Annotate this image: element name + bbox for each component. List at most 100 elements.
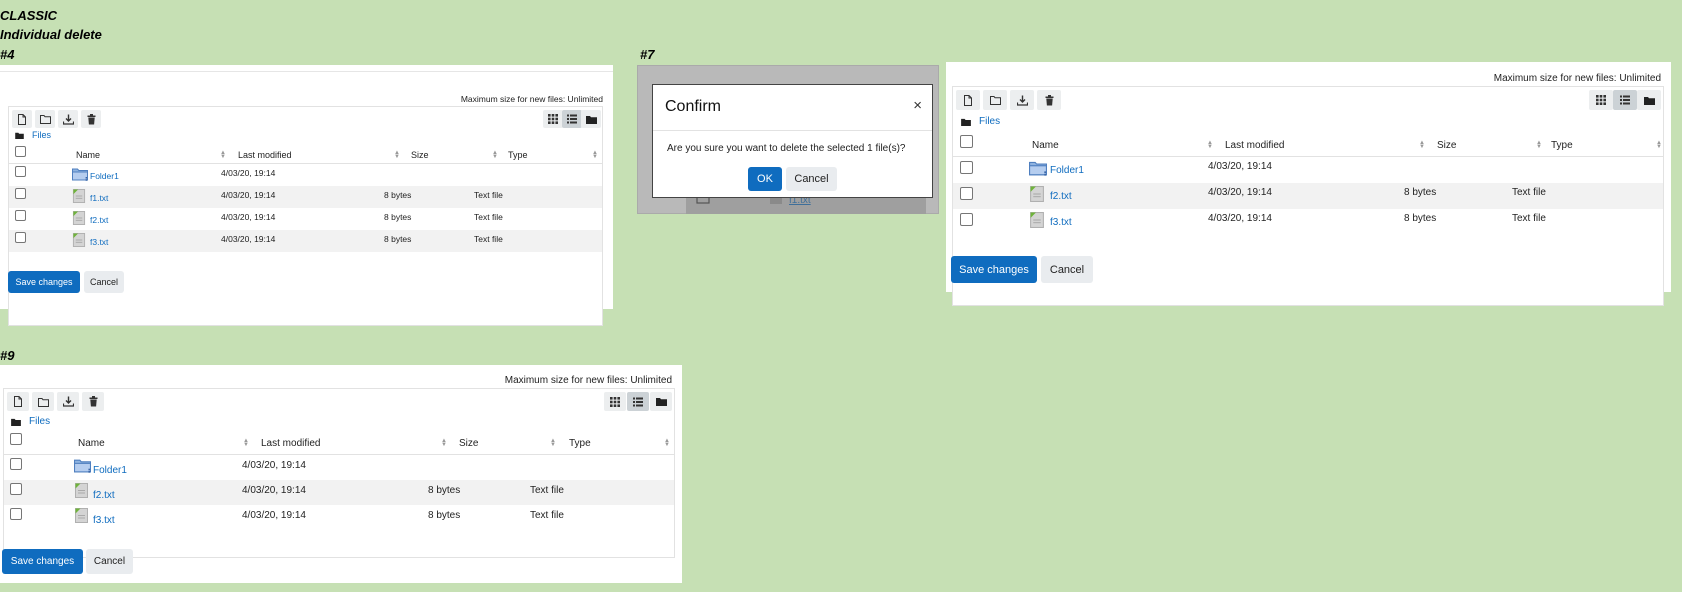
- download-button[interactable]: [58, 110, 78, 128]
- table-row[interactable]: Folder1 4/03/20, 19:14: [9, 164, 602, 186]
- folder-icon: [655, 398, 667, 406]
- sort-icon: ▲ ▼: [1419, 140, 1425, 150]
- delete-button[interactable]: [82, 392, 104, 411]
- column-header-size[interactable]: Size: [1437, 140, 1456, 151]
- column-header-name[interactable]: Name: [78, 438, 105, 449]
- file-name-link[interactable]: Folder1: [1050, 165, 1084, 176]
- text-file-icon[interactable]: [72, 189, 86, 205]
- column-header-type[interactable]: Type: [569, 438, 591, 449]
- column-header-name[interactable]: Name: [76, 150, 100, 160]
- text-file-icon[interactable]: [1029, 186, 1045, 205]
- breadcrumb-files-link[interactable]: Files: [32, 130, 51, 140]
- view-tree-button[interactable]: [581, 110, 601, 128]
- row-checkbox[interactable]: [15, 232, 26, 243]
- table-row[interactable]: f3.txt 4/03/20, 19:14 8 bytes Text file: [953, 209, 1663, 235]
- view-icons-button[interactable]: [1589, 90, 1613, 110]
- dialog-message: Are you sure you want to delete the sele…: [667, 143, 906, 154]
- download-button[interactable]: [1010, 90, 1034, 110]
- row-checkbox[interactable]: [960, 187, 973, 200]
- select-all-checkbox[interactable]: [960, 135, 973, 148]
- file-name-link[interactable]: f1.txt: [90, 193, 108, 203]
- view-icons-button[interactable]: [604, 392, 626, 411]
- add-file-button[interactable]: [956, 90, 980, 110]
- table-row[interactable]: f1.txt 4/03/20, 19:14 8 bytes Text file: [9, 186, 602, 208]
- breadcrumb-files-link[interactable]: Files: [979, 116, 1000, 127]
- folder-icon[interactable]: [72, 167, 88, 183]
- table-row[interactable]: f2.txt 4/03/20, 19:14 8 bytes Text file: [953, 183, 1663, 209]
- save-changes-button[interactable]: Save changes: [8, 271, 80, 293]
- file-name-link[interactable]: f2.txt: [93, 490, 115, 501]
- file-icon: [964, 94, 972, 106]
- file-name-link[interactable]: f3.txt: [90, 237, 108, 247]
- cancel-button[interactable]: Cancel: [1041, 256, 1093, 283]
- list-icon: [1620, 95, 1630, 105]
- column-header-size[interactable]: Size: [459, 438, 478, 449]
- file-name-link[interactable]: f3.txt: [1050, 217, 1072, 228]
- sort-icon: ▲ ▼: [220, 150, 226, 160]
- file-name-link[interactable]: Folder1: [93, 465, 127, 476]
- download-button[interactable]: [57, 392, 79, 411]
- select-all-checkbox[interactable]: [10, 433, 22, 445]
- sort-icon: ▲ ▼: [1656, 140, 1662, 150]
- text-file-icon[interactable]: [72, 211, 86, 227]
- table-row[interactable]: f2.txt 4/03/20, 19:14 8 bytes Text file: [9, 208, 602, 230]
- column-header-type[interactable]: Type: [508, 150, 528, 160]
- file-name-link[interactable]: f2.txt: [1050, 191, 1072, 202]
- filemanager-panel-step9: Maximum size for new files: Unlimited Fi…: [0, 365, 682, 583]
- ok-button[interactable]: OK: [748, 167, 782, 191]
- table-row[interactable]: f3.txt 4/03/20, 19:14 8 bytes Text file: [4, 505, 674, 530]
- column-header-last-modified[interactable]: Last modified: [238, 150, 292, 160]
- text-file-icon[interactable]: [72, 233, 86, 249]
- row-checkbox[interactable]: [10, 458, 22, 470]
- delete-button[interactable]: [81, 110, 101, 128]
- file-name-link[interactable]: Folder1: [90, 171, 119, 181]
- text-file-icon[interactable]: [1029, 212, 1045, 231]
- folder-icon[interactable]: [1029, 160, 1047, 179]
- table-row[interactable]: f3.txt 4/03/20, 19:14 8 bytes Text file: [9, 230, 602, 252]
- cancel-button[interactable]: Cancel: [84, 271, 124, 293]
- close-icon[interactable]: ×: [913, 98, 922, 113]
- file-name-link[interactable]: f3.txt: [93, 515, 115, 526]
- row-checkbox[interactable]: [960, 213, 973, 226]
- max-size-text: Maximum size for new files: Unlimited: [460, 94, 603, 104]
- cancel-button[interactable]: Cancel: [86, 549, 133, 574]
- column-header-last-modified[interactable]: Last modified: [261, 438, 320, 449]
- row-checkbox[interactable]: [15, 166, 26, 177]
- column-header-name[interactable]: Name: [1032, 140, 1059, 151]
- list-icon: [567, 114, 577, 124]
- view-list-button[interactable]: [1613, 90, 1637, 110]
- save-changes-button[interactable]: Save changes: [2, 549, 83, 574]
- row-checkbox[interactable]: [15, 210, 26, 221]
- view-tree-button[interactable]: [650, 392, 672, 411]
- create-folder-button[interactable]: [35, 110, 55, 128]
- table-row[interactable]: Folder1 4/03/20, 19:14: [4, 455, 674, 480]
- folder-icon[interactable]: [74, 458, 91, 476]
- row-checkbox[interactable]: [10, 483, 22, 495]
- view-tree-button[interactable]: [1637, 90, 1661, 110]
- row-checkbox[interactable]: [10, 508, 22, 520]
- breadcrumb-files-link[interactable]: Files: [29, 416, 50, 427]
- text-file-icon[interactable]: [74, 483, 89, 501]
- table-row[interactable]: Folder1 4/03/20, 19:14: [953, 157, 1663, 183]
- table-row[interactable]: f2.txt 4/03/20, 19:14 8 bytes Text file: [4, 480, 674, 505]
- save-changes-button[interactable]: Save changes: [951, 256, 1037, 283]
- row-checkbox[interactable]: [15, 188, 26, 199]
- add-file-button[interactable]: [12, 110, 32, 128]
- row-checkbox[interactable]: [960, 161, 973, 174]
- column-header-last-modified[interactable]: Last modified: [1225, 140, 1284, 151]
- view-list-button[interactable]: [562, 110, 582, 128]
- folder-outline-icon: [39, 115, 51, 124]
- delete-button[interactable]: [1037, 90, 1061, 110]
- column-header-size[interactable]: Size: [411, 150, 429, 160]
- create-folder-button[interactable]: [32, 392, 54, 411]
- add-file-button[interactable]: [7, 392, 29, 411]
- file-name-link[interactable]: f2.txt: [90, 215, 108, 225]
- text-file-icon[interactable]: [74, 508, 89, 526]
- select-all-checkbox[interactable]: [15, 146, 26, 157]
- breadcrumb: Files: [15, 130, 51, 140]
- column-header-type[interactable]: Type: [1551, 140, 1573, 151]
- view-list-button[interactable]: [627, 392, 649, 411]
- create-folder-button[interactable]: [983, 90, 1007, 110]
- dialog-cancel-button[interactable]: Cancel: [786, 167, 837, 191]
- view-icons-button[interactable]: [543, 110, 563, 128]
